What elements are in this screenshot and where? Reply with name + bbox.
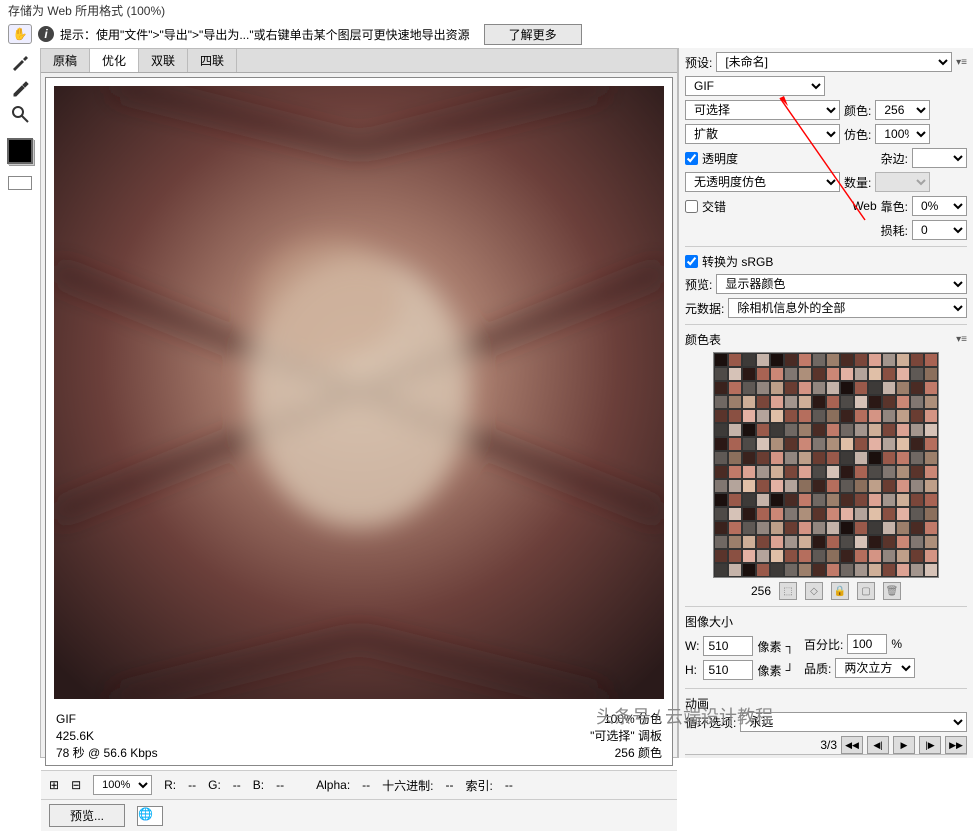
- brush-icon[interactable]: [10, 52, 30, 72]
- amount-select: [875, 172, 930, 192]
- preview-bar: 预览... 🌐: [41, 799, 677, 831]
- trash-icon[interactable]: 🗑: [883, 582, 901, 600]
- next-frame-button[interactable]: |▶: [919, 736, 941, 754]
- info-format: GIF: [56, 711, 158, 728]
- prev-frame-button[interactable]: ◀|: [867, 736, 889, 754]
- foreground-color-swatch[interactable]: [7, 138, 33, 164]
- preview-info: GIF 425.6K 78 秒 @ 56.6 Kbps 100% 仿色 "可选择…: [46, 707, 672, 765]
- browser-icon[interactable]: 🌐: [137, 806, 163, 826]
- reduction-select[interactable]: 可选择: [685, 100, 840, 120]
- loop-select[interactable]: 永远: [740, 712, 967, 732]
- slice-toggle-icon[interactable]: [8, 176, 32, 190]
- last-frame-button[interactable]: ▶▶: [945, 736, 967, 754]
- lock-icon[interactable]: 🔒: [831, 582, 849, 600]
- percent-input[interactable]: [847, 634, 887, 654]
- window-title: 存储为 Web 所用格式 (100%): [0, 0, 973, 20]
- width-input[interactable]: [703, 636, 753, 656]
- tab-4up[interactable]: 四联: [188, 49, 237, 72]
- quality-select[interactable]: 两次立方: [835, 658, 915, 678]
- zoom-select[interactable]: 100%: [93, 775, 152, 795]
- tab-optimized[interactable]: 优化: [90, 49, 139, 72]
- lossy-select[interactable]: 0: [912, 220, 967, 240]
- view-tabs: 原稿 优化 双联 四联: [41, 49, 677, 73]
- srgb-checkbox[interactable]: [685, 255, 698, 268]
- ct-btn1[interactable]: ⬚: [779, 582, 797, 600]
- first-frame-button[interactable]: ◀◀: [841, 736, 863, 754]
- preview-button[interactable]: 预览...: [49, 804, 125, 827]
- metadata-select[interactable]: 除相机信息外的全部: [728, 298, 967, 318]
- new-color-icon[interactable]: ▢: [857, 582, 875, 600]
- preset-select[interactable]: [未命名]: [716, 52, 952, 72]
- hint-text: 提示：使用"文件">"导出">"导出为..."或右键单击某个图层可更快速地导出资…: [60, 26, 470, 43]
- grid-icon[interactable]: ⊞: [49, 778, 59, 792]
- interlace-checkbox[interactable]: [685, 200, 698, 213]
- left-toolbar: [0, 48, 40, 758]
- frame-indicator: 3/3: [820, 738, 837, 752]
- websnap-select[interactable]: 0%: [912, 196, 967, 216]
- dither-amount-select[interactable]: 100%: [875, 124, 930, 144]
- colors-select[interactable]: 256: [875, 100, 930, 120]
- ct-btn2[interactable]: ◇: [805, 582, 823, 600]
- learn-more-button[interactable]: 了解更多: [484, 24, 582, 45]
- play-button[interactable]: ▶: [893, 736, 915, 754]
- preview-image[interactable]: [54, 86, 664, 699]
- tab-2up[interactable]: 双联: [139, 49, 188, 72]
- format-select[interactable]: GIF: [685, 76, 825, 96]
- hint-bar: ✋ i 提示：使用"文件">"导出">"导出为..."或右键单击某个图层可更快速…: [0, 20, 973, 48]
- info-size: 425.6K: [56, 728, 158, 745]
- preview-profile-select[interactable]: 显示器颜色: [716, 274, 967, 294]
- panel-menu-icon[interactable]: ▾≡: [956, 57, 967, 68]
- watermark-text: 头条号 / 云端设计教程: [596, 703, 773, 729]
- eyedropper-icon[interactable]: [10, 78, 30, 98]
- canvas-area: 原稿 优化 双联 四联: [40, 48, 678, 758]
- zoom-icon[interactable]: [10, 104, 30, 124]
- preview-frame: GIF 425.6K 78 秒 @ 56.6 Kbps 100% 仿色 "可选择…: [45, 77, 673, 766]
- colortable-menu-icon[interactable]: ▾≡: [956, 334, 967, 345]
- tab-original[interactable]: 原稿: [41, 49, 90, 72]
- preset-label: 预设:: [685, 54, 712, 71]
- matte-select[interactable]: [912, 148, 967, 168]
- dither-method-select[interactable]: 扩散: [685, 124, 840, 144]
- hand-tool-icon[interactable]: ✋: [8, 24, 32, 44]
- right-panel: 预设: [未命名] ▾≡ GIF 可选择 颜色: 256 扩散 仿色: 100%…: [678, 48, 973, 758]
- transparency-checkbox[interactable]: [685, 152, 698, 165]
- info-icon: i: [38, 26, 54, 42]
- height-input[interactable]: [703, 660, 753, 680]
- grid2-icon[interactable]: ⊟: [71, 778, 81, 792]
- color-table[interactable]: [713, 352, 939, 578]
- status-bar: ⊞ ⊟ 100% R:-- G:-- B:-- Alpha:-- 十六进制:--…: [41, 770, 677, 799]
- trans-dither-select[interactable]: 无透明度仿色: [685, 172, 840, 192]
